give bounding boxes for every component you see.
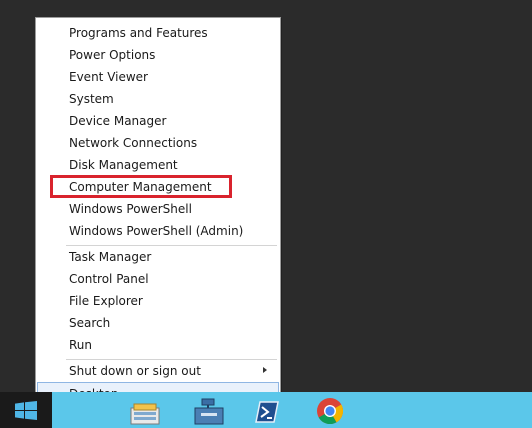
menu-item-event-viewer[interactable]: Event Viewer — [37, 66, 279, 88]
menu-item-power-options[interactable]: Power Options — [37, 44, 279, 66]
menu-item-control-panel[interactable]: Control Panel — [37, 268, 279, 290]
menu-item-label: Task Manager — [69, 250, 152, 264]
menu-item-label: Run — [69, 338, 93, 352]
powershell-icon[interactable] — [254, 396, 280, 426]
menu-item-task-manager[interactable]: Task Manager — [37, 246, 279, 268]
network-icon[interactable] — [192, 396, 226, 426]
start-button[interactable] — [0, 392, 52, 428]
annotation-highlight-box — [50, 175, 232, 198]
menu-item-label: Windows PowerShell — [69, 202, 192, 216]
menu-item-label: Network Connections — [69, 136, 198, 150]
menu-item-windows-powershell[interactable]: Windows PowerShell — [37, 198, 279, 220]
menu-item-search[interactable]: Search — [37, 312, 279, 334]
chrome-icon[interactable] — [314, 396, 346, 426]
menu-item-windows-powershell-admin[interactable]: Windows PowerShell (Admin) — [37, 220, 279, 242]
taskbar — [0, 392, 532, 428]
menu-item-run[interactable]: Run — [37, 334, 279, 356]
menu-item-shut-down-or-sign-out[interactable]: Shut down or sign out — [37, 360, 279, 382]
menu-item-label: Power Options — [69, 48, 156, 62]
menu-item-file-explorer[interactable]: File Explorer — [37, 290, 279, 312]
menu-item-label: System — [69, 92, 114, 106]
submenu-arrow-icon — [263, 367, 267, 373]
menu-item-label: Windows PowerShell (Admin) — [69, 224, 244, 238]
menu-item-label: File Explorer — [69, 294, 143, 308]
menu-item-device-manager[interactable]: Device Manager — [37, 110, 279, 132]
winx-context-menu: Programs and Features Power Options Even… — [35, 17, 281, 405]
server-manager-icon[interactable] — [128, 396, 162, 426]
windows-start-icon — [15, 401, 37, 420]
menu-item-label: Disk Management — [69, 158, 178, 172]
menu-item-label: Search — [69, 316, 111, 330]
menu-item-label: Shut down or sign out — [69, 364, 201, 378]
menu-item-label: Programs and Features — [69, 26, 208, 40]
menu-item-disk-management[interactable]: Disk Management — [37, 154, 279, 176]
menu-item-programs-and-features[interactable]: Programs and Features — [37, 22, 279, 44]
menu-item-label: Device Manager — [69, 114, 167, 128]
menu-item-network-connections[interactable]: Network Connections — [37, 132, 279, 154]
menu-item-system[interactable]: System — [37, 88, 279, 110]
menu-item-label: Event Viewer — [69, 70, 148, 84]
menu-item-label: Control Panel — [69, 272, 149, 286]
